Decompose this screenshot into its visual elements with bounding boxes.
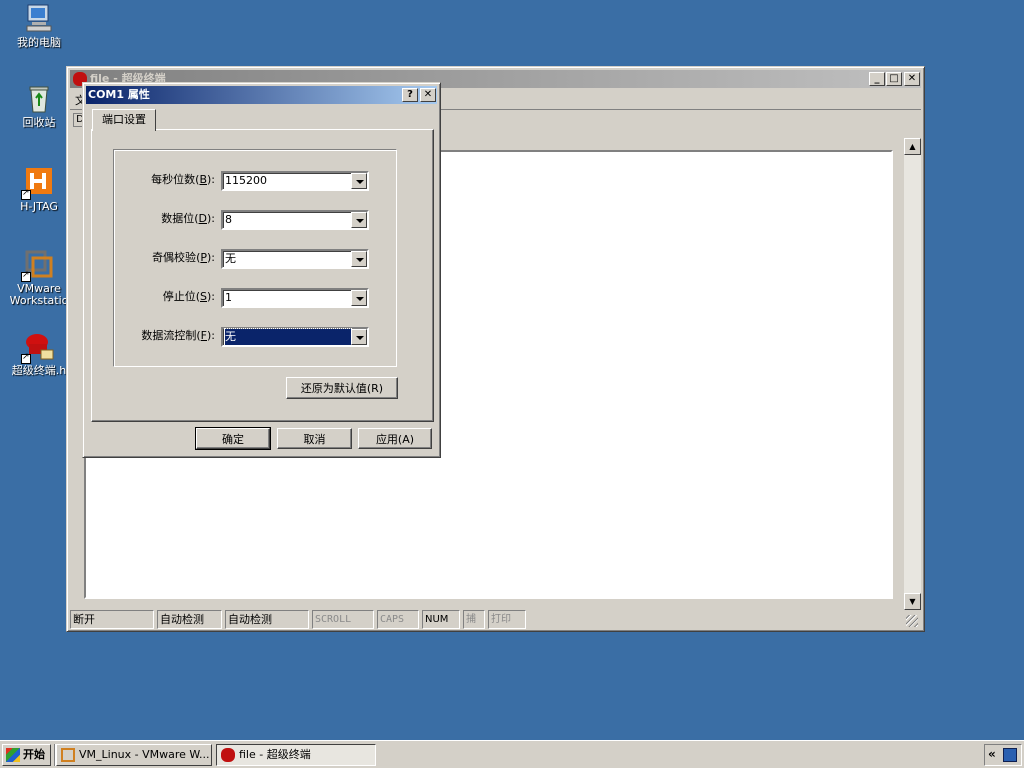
hjtag-icon — [21, 166, 55, 200]
recycle-bin-icon — [23, 82, 55, 114]
status-caps: CAPS — [377, 610, 419, 629]
maximize-button[interactable]: □ — [886, 72, 902, 86]
chevron-down-icon[interactable] — [351, 251, 367, 267]
status-scroll: SCROLL — [312, 610, 374, 629]
vertical-scrollbar[interactable]: ▲ ▼ — [904, 138, 921, 610]
com1-properties-dialog[interactable]: COM1 属性 ? ✕ 端口设置 每秒位数(B): 115200 数据位(D):… — [82, 82, 441, 458]
taskbar: 开始 VM_Linux - VMware W... file - 超级终端 « — [0, 740, 1024, 768]
stop-bits-label: 停止位(S): — [162, 290, 215, 303]
tray-expand-button[interactable]: « — [988, 747, 996, 761]
status-num: NUM — [422, 610, 460, 629]
chevron-down-icon[interactable] — [351, 290, 367, 306]
help-button[interactable]: ? — [402, 88, 418, 102]
status-bar: 断开 自动检测 自动检测 SCROLL CAPS NUM 捕 打印 — [70, 610, 920, 629]
scroll-up-button[interactable]: ▲ — [904, 138, 921, 155]
status-detect-2: 自动检测 — [225, 610, 309, 629]
flow-control-select[interactable]: 无 — [221, 327, 369, 347]
shortcut-arrow-icon — [21, 352, 31, 364]
chevron-down-icon[interactable] — [351, 212, 367, 228]
ok-button[interactable]: 确定 — [195, 427, 271, 450]
close-button[interactable]: ✕ — [904, 72, 920, 86]
parity-label: 奇偶校验(P): — [152, 251, 215, 264]
hyperterminal-icon — [21, 330, 55, 364]
tab-port-settings[interactable]: 端口设置 — [92, 109, 156, 131]
status-detect-1: 自动检测 — [157, 610, 222, 629]
vmware-icon — [61, 748, 75, 762]
restore-defaults-button[interactable]: 还原为默认值(R) — [286, 377, 398, 399]
hyperterminal-icon — [221, 748, 235, 762]
status-connection: 断开 — [70, 610, 154, 629]
parity-select[interactable]: 无 — [221, 249, 369, 269]
dialog-title: COM1 属性 — [88, 88, 150, 101]
minimize-button[interactable]: _ — [869, 72, 885, 86]
my-computer-icon — [23, 2, 55, 34]
taskbar-item-vmware[interactable]: VM_Linux - VMware W... — [56, 744, 212, 766]
baud-rate-label: 每秒位数(B): — [151, 173, 215, 186]
status-capture: 捕 — [463, 610, 485, 629]
dialog-close-button[interactable]: ✕ — [420, 88, 436, 102]
baud-rate-select[interactable]: 115200 — [221, 171, 369, 191]
desktop-icon-my-computer[interactable]: 我的电脑 — [0, 2, 79, 49]
data-bits-label: 数据位(D): — [161, 212, 215, 225]
cancel-button[interactable]: 取消 — [277, 428, 352, 449]
windows-logo-icon — [6, 748, 20, 762]
shortcut-arrow-icon — [21, 188, 31, 200]
shortcut-arrow-icon — [21, 270, 31, 282]
desktop-icon-label: 我的电脑 — [17, 36, 61, 49]
taskbar-item-hyperterminal[interactable]: file - 超级终端 — [216, 744, 376, 766]
status-print: 打印 — [488, 610, 526, 629]
stop-bits-select[interactable]: 1 — [221, 288, 369, 308]
network-icon[interactable] — [1003, 748, 1017, 762]
chevron-down-icon[interactable] — [351, 173, 367, 189]
flow-control-label: 数据流控制(F): — [141, 329, 215, 342]
scroll-down-button[interactable]: ▼ — [904, 593, 921, 610]
data-bits-select[interactable]: 8 — [221, 210, 369, 230]
dialog-titlebar[interactable]: COM1 属性 ? ✕ — [86, 86, 437, 104]
vmware-icon — [21, 248, 55, 282]
chevron-down-icon[interactable] — [351, 329, 367, 345]
start-button[interactable]: 开始 — [2, 744, 51, 766]
apply-button[interactable]: 应用(A) — [358, 428, 432, 449]
system-tray: « — [984, 744, 1022, 766]
resize-grip[interactable] — [906, 615, 918, 627]
